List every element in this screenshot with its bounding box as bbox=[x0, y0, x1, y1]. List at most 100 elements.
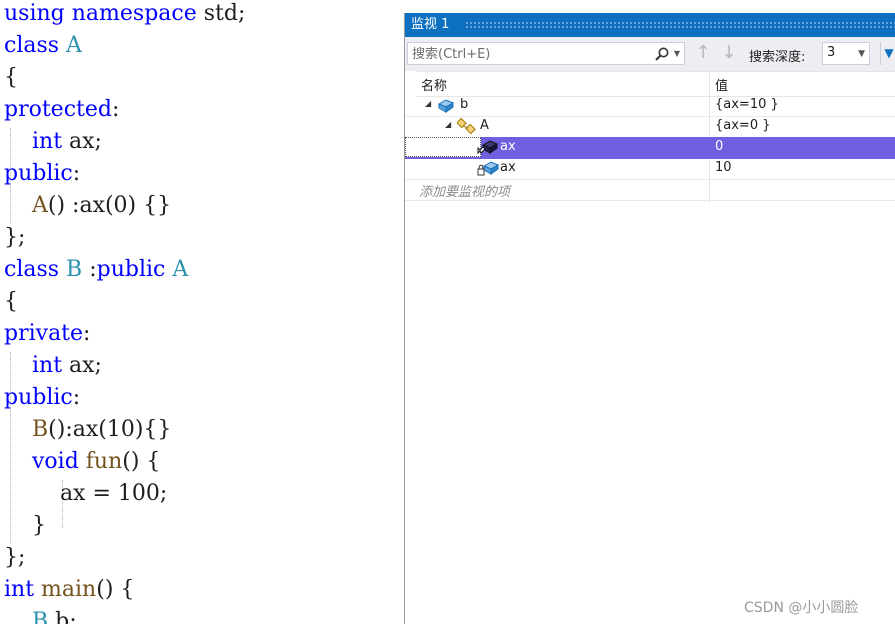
watch-row-value[interactable]: {ax=10 } bbox=[715, 97, 779, 112]
code-line: int ax; bbox=[4, 352, 102, 384]
code-token: using namespace bbox=[4, 1, 197, 26]
code-token: () :ax(0) {} bbox=[47, 193, 172, 218]
search-depth-select[interactable]: 3 ▼ bbox=[822, 42, 870, 65]
code-line: { bbox=[4, 288, 18, 320]
watch-row-value[interactable]: 0 bbox=[715, 139, 723, 154]
code-line: int ax; bbox=[4, 128, 102, 160]
code-token: A bbox=[66, 33, 82, 58]
code-line: }; bbox=[4, 544, 25, 576]
collapse-arrow-icon[interactable]: ◢ bbox=[445, 120, 451, 129]
code-token: { bbox=[4, 289, 18, 314]
code-token: }; bbox=[4, 545, 26, 570]
row-focus-outline bbox=[405, 137, 481, 157]
code-line: A() :ax(0) {} bbox=[4, 192, 171, 224]
watch-row-name: ax bbox=[500, 139, 516, 154]
code-token: class bbox=[4, 257, 67, 282]
title-grip bbox=[465, 21, 895, 28]
code-token: B bbox=[31, 417, 49, 442]
column-header-name[interactable]: 名称 bbox=[421, 75, 447, 94]
code-token: int bbox=[4, 577, 42, 602]
code-token: () { bbox=[122, 449, 161, 474]
code-token: public bbox=[4, 161, 73, 186]
code-token: void bbox=[31, 449, 86, 474]
code-token: int bbox=[31, 353, 63, 378]
watch-row-name: b bbox=[460, 97, 469, 112]
code-line: protected: bbox=[4, 96, 119, 128]
watch-row[interactable]: ◢ b {ax=10 } bbox=[405, 95, 895, 117]
add-watch-label: 添加要监视的项 bbox=[419, 185, 511, 200]
collapse-arrow-icon[interactable]: ◢ bbox=[425, 99, 431, 108]
code-token: } bbox=[4, 513, 46, 538]
code-line: public: bbox=[4, 384, 80, 416]
watermark: CSDN @小小圆脸 bbox=[744, 600, 859, 616]
search-next-icon[interactable]: ↓ bbox=[719, 42, 739, 64]
search-depth-value: 3 bbox=[827, 45, 836, 60]
watch-title: 监视 1 bbox=[411, 17, 450, 32]
code-token: : bbox=[111, 97, 120, 122]
watch-row-name: ax bbox=[500, 160, 516, 175]
code-editor[interactable]: using namespace std; class A{protected: i… bbox=[0, 0, 405, 624]
code-token: }; bbox=[4, 225, 26, 250]
watch-row[interactable]: ax 0 bbox=[405, 137, 895, 159]
code-line: class A bbox=[4, 32, 82, 64]
code-token: ax; bbox=[62, 129, 102, 154]
watch-window[interactable]: 监视 1 ▼ ↑ ↓ 搜索深度: 3 ▼ ▼ 名称 值 ◢ b {ax=10 } ◢ A… bbox=[404, 13, 895, 624]
watch-row-name: A bbox=[480, 118, 489, 133]
code-line: }; bbox=[4, 224, 25, 256]
code-line: B():ax(10){} bbox=[4, 416, 171, 448]
code-token: main bbox=[41, 577, 97, 602]
code-token: public bbox=[96, 257, 173, 282]
chevron-down-icon: ▼ bbox=[858, 49, 865, 59]
column-header-value[interactable]: 值 bbox=[715, 75, 728, 94]
watch-row[interactable]: ◢ A {ax=0 } bbox=[405, 116, 895, 138]
filter-icon[interactable]: ▼ bbox=[880, 42, 895, 65]
search-icon[interactable] bbox=[654, 43, 670, 69]
code-line: int main() { bbox=[4, 576, 134, 608]
code-token: private bbox=[4, 321, 84, 346]
search-box[interactable]: ▼ bbox=[407, 42, 685, 65]
code-token: : bbox=[72, 385, 81, 410]
code-token: A bbox=[172, 257, 189, 282]
code-token: int bbox=[31, 129, 63, 154]
code-line: class B :public A bbox=[4, 256, 188, 288]
code-token: ax; bbox=[62, 353, 102, 378]
code-line: B b; bbox=[4, 608, 77, 624]
code-line: } bbox=[4, 512, 46, 544]
code-token: b; bbox=[48, 609, 77, 624]
code-line: ax = 100; bbox=[4, 480, 167, 512]
object-icon bbox=[437, 97, 455, 114]
private-field-icon bbox=[477, 160, 500, 177]
code-token: { bbox=[4, 65, 18, 90]
protected-field-icon bbox=[477, 139, 499, 156]
add-watch-row[interactable]: 添加要监视的项 bbox=[405, 179, 895, 201]
code-token: ():ax(10){} bbox=[48, 417, 172, 442]
search-dropdown-icon[interactable]: ▼ bbox=[672, 43, 682, 65]
code-token: A bbox=[31, 193, 48, 218]
search-input[interactable] bbox=[412, 45, 642, 63]
code-token: fun bbox=[85, 449, 123, 474]
watch-row-value[interactable]: 10 bbox=[715, 160, 732, 175]
watch-toolbar: ▼ ↑ ↓ 搜索深度: 3 ▼ ▼ bbox=[405, 37, 895, 71]
code-token: B bbox=[66, 257, 83, 282]
code-token: class bbox=[4, 33, 67, 58]
code-line: { bbox=[4, 64, 18, 96]
watch-row-value[interactable]: {ax=0 } bbox=[715, 118, 771, 133]
watch-row[interactable]: ax 10 bbox=[405, 158, 895, 180]
code-token: B bbox=[31, 609, 49, 624]
code-line: private: bbox=[4, 320, 90, 352]
code-token: ax = 100; bbox=[4, 481, 168, 506]
watch-grid: 名称 值 ◢ b {ax=10 } ◢ A {ax=0 } ax 0 ax 10 添加要监视的项 bbox=[405, 71, 895, 624]
watch-title-bar[interactable]: 监视 1 bbox=[405, 13, 895, 37]
search-previous-icon[interactable]: ↑ bbox=[693, 42, 713, 64]
base-class-icon bbox=[456, 117, 476, 135]
grid-header: 名称 值 bbox=[417, 71, 895, 97]
code-line: using namespace std; bbox=[4, 0, 245, 32]
code-token: : bbox=[83, 321, 91, 346]
code-line: public: bbox=[4, 160, 80, 192]
